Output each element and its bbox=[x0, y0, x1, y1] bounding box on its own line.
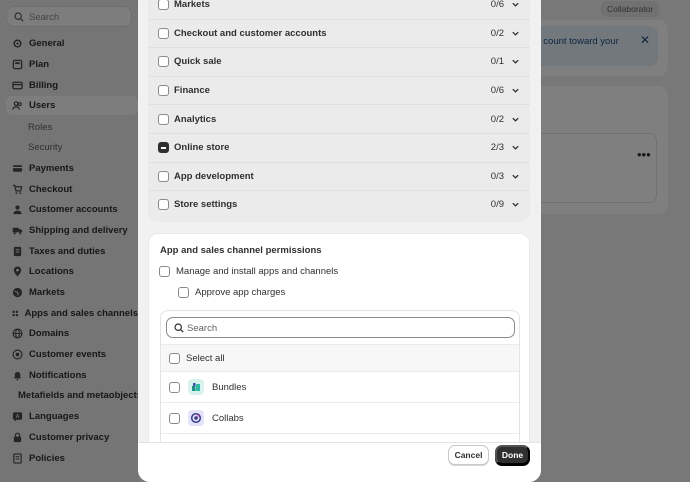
permission-row-markets[interactable]: Markets 0/6 bbox=[148, 0, 530, 19]
permission-label: Markets bbox=[174, 0, 210, 10]
app-checkbox[interactable] bbox=[169, 412, 180, 424]
permission-label: App development bbox=[174, 170, 254, 182]
manage-apps-checkbox[interactable] bbox=[159, 266, 170, 277]
permission-row-finance[interactable]: Finance 0/6 bbox=[148, 75, 530, 105]
chevron-down-icon[interactable] bbox=[511, 143, 520, 152]
app-row-partial[interactable] bbox=[161, 434, 519, 442]
cancel-button[interactable]: Cancel bbox=[448, 445, 489, 465]
select-all-label: Select all bbox=[186, 352, 225, 364]
app-permissions-card: App and sales channel permissions Manage… bbox=[148, 233, 530, 442]
chevron-down-icon[interactable] bbox=[511, 172, 520, 181]
app-name: Bundles bbox=[212, 381, 247, 393]
approve-charges-option[interactable]: Approve app charges bbox=[178, 287, 285, 298]
permission-label: Checkout and customer accounts bbox=[174, 27, 327, 39]
permission-row-quick-sale[interactable]: Quick sale 0/1 bbox=[148, 47, 530, 76]
chevron-down-icon[interactable] bbox=[511, 200, 520, 209]
permission-count: 0/3 bbox=[490, 170, 504, 182]
permission-checkbox[interactable] bbox=[158, 0, 169, 10]
app-row-bundles[interactable]: Bundles bbox=[161, 372, 519, 403]
permission-checkbox-indeterminate[interactable] bbox=[158, 142, 169, 154]
done-button[interactable]: Done bbox=[495, 445, 530, 465]
permission-row-store-settings[interactable]: Store settings 0/9 bbox=[148, 190, 530, 219]
permission-checkbox[interactable] bbox=[158, 170, 169, 182]
permission-count: 0/9 bbox=[490, 199, 504, 211]
chevron-down-icon[interactable] bbox=[511, 115, 520, 124]
app-permissions-title: App and sales channel permissions bbox=[160, 245, 322, 256]
permission-row-checkout[interactable]: Checkout and customer accounts 0/2 bbox=[148, 18, 530, 48]
approve-charges-checkbox[interactable] bbox=[178, 287, 189, 298]
permission-count: 0/6 bbox=[490, 85, 504, 97]
permission-count: 0/6 bbox=[490, 0, 504, 10]
permissions-list: Markets 0/6 Checkout and customer accoun… bbox=[148, 0, 530, 222]
permission-checkbox[interactable] bbox=[158, 27, 169, 39]
permission-checkbox[interactable] bbox=[158, 85, 169, 97]
modal-footer: Cancel Done bbox=[138, 442, 541, 482]
manage-apps-label: Manage and install apps and channels bbox=[176, 266, 339, 277]
app-search-placeholder: Search bbox=[187, 323, 218, 334]
app-list: Search Select all Bundles Collabs bbox=[160, 310, 520, 442]
permission-count: 0/2 bbox=[490, 113, 504, 125]
permission-label: Online store bbox=[174, 142, 230, 154]
permission-row-online-store[interactable]: Online store 2/3 bbox=[148, 133, 530, 162]
permission-row-app-development[interactable]: App development 0/3 bbox=[148, 161, 530, 191]
select-all-row[interactable]: Select all bbox=[161, 344, 519, 372]
permission-row-analytics[interactable]: Analytics 0/2 bbox=[148, 104, 530, 133]
chevron-down-icon[interactable] bbox=[511, 57, 520, 66]
search-icon bbox=[174, 323, 184, 333]
approve-charges-label: Approve app charges bbox=[195, 287, 286, 298]
permission-count: 0/1 bbox=[490, 56, 504, 68]
permission-checkbox[interactable] bbox=[158, 56, 169, 68]
select-all-checkbox[interactable] bbox=[169, 352, 180, 364]
app-checkbox[interactable] bbox=[169, 381, 180, 393]
permission-label: Store settings bbox=[174, 199, 238, 211]
permission-label: Analytics bbox=[174, 113, 217, 125]
permission-label: Quick sale bbox=[174, 56, 222, 68]
manage-apps-option[interactable]: Manage and install apps and channels bbox=[159, 266, 338, 277]
collabs-app-icon bbox=[188, 410, 204, 426]
bundles-app-icon bbox=[188, 379, 204, 395]
permission-count: 0/2 bbox=[490, 27, 504, 39]
permissions-modal: Markets 0/6 Checkout and customer accoun… bbox=[138, 0, 541, 482]
chevron-down-icon[interactable] bbox=[511, 86, 520, 95]
app-row-collabs[interactable]: Collabs bbox=[161, 403, 519, 434]
permission-checkbox[interactable] bbox=[158, 199, 169, 211]
modal-body: Markets 0/6 Checkout and customer accoun… bbox=[138, 0, 541, 442]
app-search-input[interactable]: Search bbox=[166, 317, 515, 338]
permission-label: Finance bbox=[174, 85, 210, 97]
permission-count: 2/3 bbox=[490, 142, 504, 154]
chevron-down-icon[interactable] bbox=[511, 29, 520, 38]
app-name: Collabs bbox=[212, 412, 244, 424]
permission-checkbox[interactable] bbox=[158, 113, 169, 125]
chevron-down-icon[interactable] bbox=[511, 0, 520, 9]
